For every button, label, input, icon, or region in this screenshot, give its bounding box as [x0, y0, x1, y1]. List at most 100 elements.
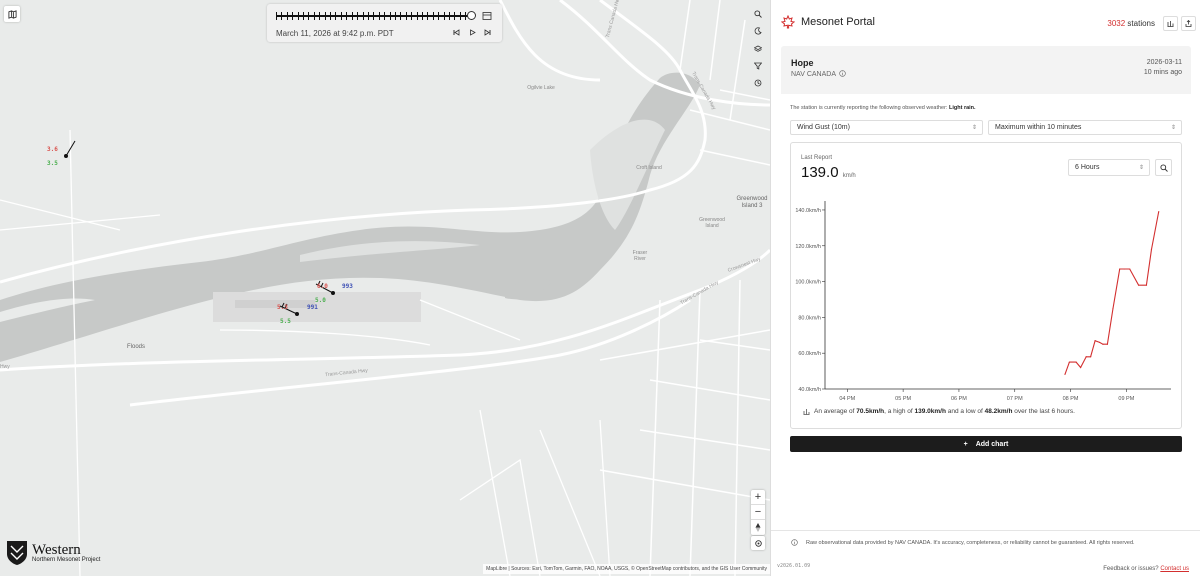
summary-text: , a high of	[884, 408, 913, 415]
data-point	[1090, 356, 1092, 358]
map-attribution: MapLibre | Sources: Esri, TomTom, Garmin…	[483, 564, 770, 574]
station-pressure[interactable]: 993	[342, 283, 353, 290]
x-tick-label: 08 PM	[1063, 396, 1079, 402]
data-point	[1158, 211, 1160, 213]
summary-high: 139.0km/h	[914, 408, 946, 415]
x-tick-label: 06 PM	[951, 396, 967, 402]
dark-mode-icon	[754, 27, 762, 35]
zoom-icon	[1159, 163, 1168, 172]
time-range-value: 6 Hours	[1075, 164, 1100, 171]
app-title: Mesonet Portal	[801, 16, 875, 28]
report-age: 10 mins ago	[1143, 69, 1182, 76]
timeline-handle[interactable]	[467, 11, 476, 20]
info-icon[interactable]	[838, 70, 846, 77]
compass-button[interactable]	[751, 520, 765, 535]
feedback: Feedback or issues? Contact us	[1103, 566, 1189, 572]
zoom-chart-button[interactable]	[1155, 159, 1172, 176]
report-date: 2026-03-11	[1146, 59, 1182, 66]
time-range-select[interactable]: 6 Hours ⇕	[1068, 159, 1150, 176]
zoom-out-button[interactable]: −	[751, 505, 765, 520]
play-button[interactable]	[467, 27, 477, 37]
disclaimer-text: Raw observational data provided by NAV C…	[806, 539, 1135, 546]
maple-leaf-icon	[781, 15, 795, 29]
share-button[interactable]	[1181, 16, 1196, 31]
filter-button[interactable]	[751, 59, 765, 73]
data-point	[1150, 248, 1153, 250]
x-tick-label: 05 PM	[895, 396, 911, 402]
data-point	[1112, 307, 1114, 310]
y-tick-label: 100.0km/h	[795, 280, 821, 286]
disclaimer: Raw observational data provided by NAV C…	[791, 539, 1135, 546]
y-tick-label: 120.0km/h	[795, 244, 821, 250]
info-icon	[791, 539, 798, 546]
y-tick-label: 60.0km/h	[798, 351, 821, 357]
locate-icon	[754, 539, 762, 547]
wind-gust-chart[interactable]: 40.0km/h 60.0km/h 80.0km/h 100.0km/h 120.0km…	[791, 193, 1181, 408]
station-dewpoint[interactable]: 3.5	[47, 160, 58, 167]
map-view[interactable]: Floods Croft Island Greenwood Island Gre…	[0, 0, 770, 576]
zoom-in-button[interactable]: +	[751, 490, 765, 505]
station-network: NAV CANADA	[791, 70, 846, 78]
station-dewpoint[interactable]: 5.5	[280, 318, 291, 325]
network-name: NAV CANADA	[791, 71, 836, 78]
zoom-in-icon: +	[754, 491, 762, 503]
dark-mode-button[interactable]	[751, 24, 765, 38]
crest-icon	[7, 541, 27, 565]
data-point	[1098, 341, 1101, 344]
summary-text: and a low of	[947, 408, 983, 415]
data-point	[1129, 268, 1131, 270]
weather-prefix: The station is currently reporting the f…	[790, 105, 948, 111]
last-report-value: 139.0 km/h	[801, 164, 856, 181]
aggregation-select[interactable]: Maximum within 10 minutes ⇕	[988, 120, 1182, 135]
history-button[interactable]	[751, 76, 765, 90]
x-tick-label: 09 PM	[1118, 396, 1134, 402]
station-count-value: 3032	[1107, 19, 1126, 28]
station-dewpoint[interactable]: 5.0	[315, 297, 326, 304]
add-chart-button[interactable]: + Add chart	[790, 436, 1182, 452]
map-icon	[7, 9, 17, 19]
station-summary: Hope NAV CANADA 2026-03-11 10 mins ago	[781, 46, 1191, 94]
variable-select[interactable]: Wind Gust (10m) ⇕	[790, 120, 983, 135]
skip-forward-icon	[484, 28, 490, 36]
data-point	[1138, 284, 1140, 286]
chart-summary: An average of 70.5km/h, a high of 139.0k…	[803, 408, 1075, 415]
station-count-label: stations	[1127, 19, 1155, 28]
search-button[interactable]	[751, 7, 765, 21]
feedback-text: Feedback or issues?	[1103, 566, 1159, 572]
data-point	[1075, 361, 1077, 363]
station-barbs	[64, 140, 335, 316]
app-version: v2026.01.09	[777, 563, 811, 569]
data-point	[1094, 340, 1096, 342]
aggregation-value: Maximum within 10 minutes	[995, 124, 1082, 131]
summary-average: 70.5km/h	[856, 408, 885, 415]
calendar-icon[interactable]	[482, 11, 492, 20]
y-tick-label: 80.0km/h	[798, 315, 821, 321]
station-temp[interactable]: 5.3	[277, 304, 288, 311]
chart-card: Last Report 139.0 km/h 6 Hours ⇕ 40.0km/…	[790, 142, 1182, 429]
map-view-button[interactable]	[4, 6, 20, 22]
panel-footer: Raw observational data provided by NAV C…	[771, 530, 1200, 576]
station-temp[interactable]: 6.0	[317, 283, 328, 290]
data-point	[1106, 343, 1108, 345]
charts-button[interactable]	[1163, 16, 1178, 31]
data-point	[1068, 361, 1071, 363]
bar-chart-icon	[803, 409, 810, 415]
last-unit: km/h	[842, 173, 856, 179]
station-pressure[interactable]: 991	[307, 304, 318, 311]
locate-button[interactable]	[751, 536, 765, 550]
skip-forward-button[interactable]	[482, 27, 492, 37]
station-temp[interactable]: 3.6	[47, 146, 58, 153]
contact-link[interactable]: Contact us	[1160, 566, 1189, 572]
history-icon	[754, 79, 762, 87]
timeline-slider[interactable]	[276, 15, 472, 17]
search-icon	[754, 10, 762, 18]
add-chart-label: Add chart	[975, 440, 1009, 448]
layers-icon	[754, 45, 762, 52]
x-tick-label: 04 PM	[839, 396, 855, 402]
skip-back-button[interactable]	[451, 27, 461, 37]
panel-header: Mesonet Portal 3032 stations	[771, 0, 1200, 45]
logo-subtitle: Northern Mesonet Project	[32, 557, 101, 563]
summary-low: 48.2km/h	[984, 408, 1013, 415]
layers-button[interactable]	[751, 42, 765, 56]
last-value: 139.0	[801, 164, 839, 181]
